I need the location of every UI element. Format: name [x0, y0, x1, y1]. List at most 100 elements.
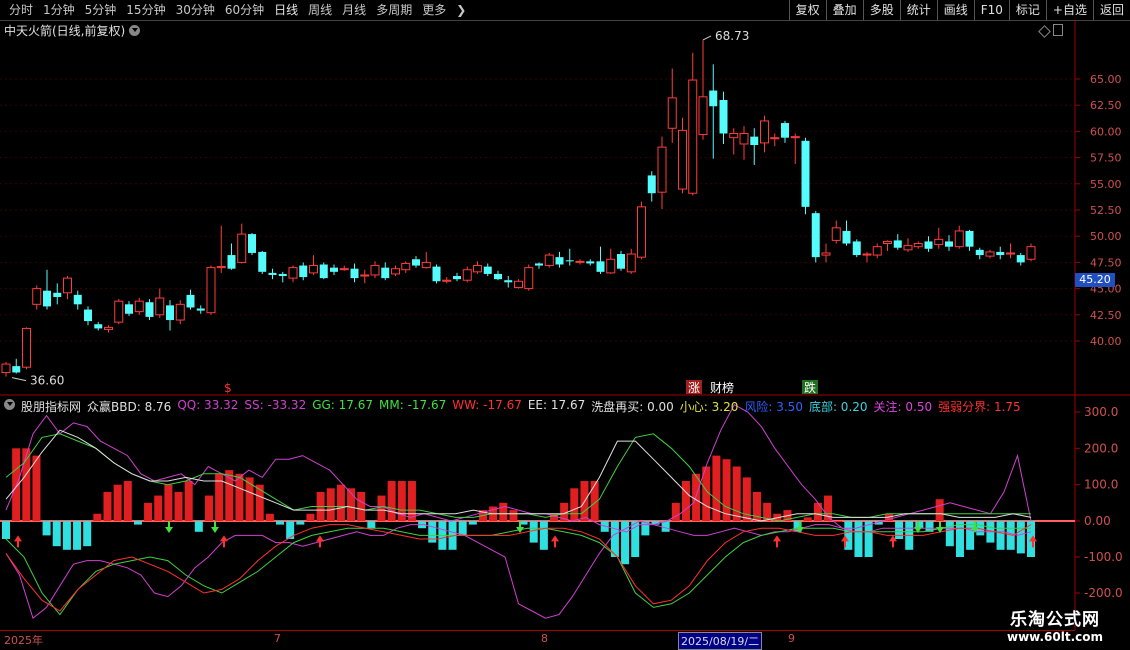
indicator-bar — [935, 499, 944, 521]
candle-body — [781, 123, 789, 138]
logo-url: www.60lt.com — [1006, 630, 1104, 644]
indicator-bar — [204, 495, 213, 521]
indicator-bar — [509, 510, 518, 521]
indicator-bar — [1016, 521, 1025, 554]
toolbar-button[interactable]: 复权 — [788, 0, 826, 20]
toolbar-button[interactable]: 叠加 — [825, 0, 863, 20]
candle-body — [821, 252, 831, 256]
chevron-right-icon[interactable]: ❯ — [451, 2, 471, 18]
candle-body — [453, 276, 461, 280]
mm-line — [5, 524, 1031, 616]
indicator-bar — [154, 495, 163, 521]
candle-body — [903, 245, 913, 251]
indicator-tick-label: 200.0 — [1084, 441, 1118, 455]
event-marker: $ — [224, 381, 232, 395]
price-tick-label: 47.50 — [1090, 256, 1122, 269]
annotation-leader — [702, 35, 712, 41]
candle-body — [350, 268, 359, 279]
period-tab[interactable]: 周线 — [303, 2, 337, 18]
indicator-tick-label: 100.0 — [1084, 478, 1118, 492]
indicator-bar — [631, 521, 640, 557]
candle-body — [535, 263, 543, 266]
indicator-bar — [276, 521, 285, 525]
indicator-bar — [529, 521, 538, 543]
price-tick-label: 40.00 — [1090, 335, 1122, 348]
candle-body — [872, 246, 882, 256]
indicator-field: WW: -17.67 — [452, 398, 522, 412]
candle-body — [248, 234, 256, 253]
candle-body — [945, 241, 953, 247]
indicator-bar — [834, 521, 843, 522]
indicator-bar — [864, 521, 873, 557]
toolbar-button[interactable]: 多股 — [862, 0, 900, 20]
indicator-field: 洗盘再买: 0.00 — [591, 400, 674, 414]
toolbar-button[interactable]: F10 — [973, 0, 1009, 20]
candle-body — [842, 230, 851, 244]
candle-body — [524, 267, 534, 290]
candle-body — [473, 265, 482, 273]
candle-body — [145, 302, 154, 317]
period-tab[interactable]: 更多 — [417, 2, 451, 18]
toolbar-button[interactable]: 画线 — [936, 0, 974, 20]
period-tab[interactable]: 月线 — [337, 2, 371, 18]
period-tab[interactable]: 1分钟 — [38, 2, 80, 18]
period-tab[interactable]: 30分钟 — [171, 2, 220, 18]
candle-body — [617, 254, 625, 269]
indicator-bar — [235, 473, 244, 521]
indicator-bar — [357, 491, 366, 521]
toolbar-button[interactable]: 标记 — [1008, 0, 1046, 20]
candle-body — [401, 262, 411, 271]
candle-body — [575, 260, 585, 263]
toolbar-button[interactable]: 统计 — [899, 0, 937, 20]
indicator-bar — [813, 502, 822, 521]
period-tab[interactable]: 5分钟 — [80, 2, 122, 18]
toolbar-button[interactable]: +自选 — [1045, 0, 1093, 20]
watermark-logo: 乐淘公式网 www.60lt.com — [985, 605, 1125, 647]
candle-body — [555, 257, 564, 265]
candle-body — [84, 309, 92, 322]
indicator-field: EE: 17.67 — [527, 398, 586, 412]
candle-body — [852, 241, 861, 256]
indicator-field: 关注: 0.50 — [873, 400, 933, 414]
candle-body — [596, 261, 605, 272]
up-arrow-icon — [14, 535, 22, 548]
period-tab[interactable]: 60分钟 — [220, 2, 269, 18]
period-tab[interactable]: 日线 — [269, 2, 303, 18]
indicator-field: 风险: 3.50 — [744, 400, 803, 414]
kline-chart[interactable]: 65.00 62.50 60.00 57.50 55.00 52.50 50.00 47.50… — [0, 20, 1130, 630]
candle-body — [381, 267, 390, 279]
chevron-down-icon[interactable] — [4, 399, 15, 410]
period-tab[interactable]: 分时 — [4, 2, 38, 18]
candle-body — [125, 304, 133, 314]
candle-body — [339, 268, 349, 271]
candle-body — [370, 265, 380, 276]
indicator-bar — [93, 513, 102, 521]
price-tick-label: 52.50 — [1090, 204, 1122, 217]
period-tab[interactable]: 多周期 — [371, 2, 417, 18]
up-arrow-icon — [773, 535, 781, 548]
high-label: 68.73 — [715, 29, 749, 43]
toolbar-button[interactable]: 返回 — [1092, 0, 1130, 20]
period-tab[interactable]: 15分钟 — [121, 2, 170, 18]
indicator-field: QQ: 33.32 — [177, 398, 239, 412]
candle-body — [442, 279, 452, 282]
price-tick-label: 62.50 — [1090, 99, 1122, 112]
candle-body — [12, 366, 21, 373]
candle-body — [965, 230, 974, 247]
price-tick-label: 60.00 — [1090, 125, 1122, 138]
candle-body — [709, 90, 718, 107]
candle-body — [719, 99, 728, 134]
candle-body — [913, 243, 923, 248]
indicator-bar — [539, 521, 548, 550]
candle-body — [504, 280, 513, 283]
indicator-bar — [245, 477, 254, 521]
candle-body — [954, 230, 964, 248]
indicator-bar — [194, 521, 203, 532]
candle-body — [750, 136, 759, 146]
candle-body — [514, 280, 523, 289]
indicator-bar — [407, 481, 416, 521]
candle-body — [22, 327, 31, 368]
ss-line — [5, 520, 1032, 620]
down-arrow-icon — [165, 521, 173, 533]
candle-body — [883, 240, 892, 245]
